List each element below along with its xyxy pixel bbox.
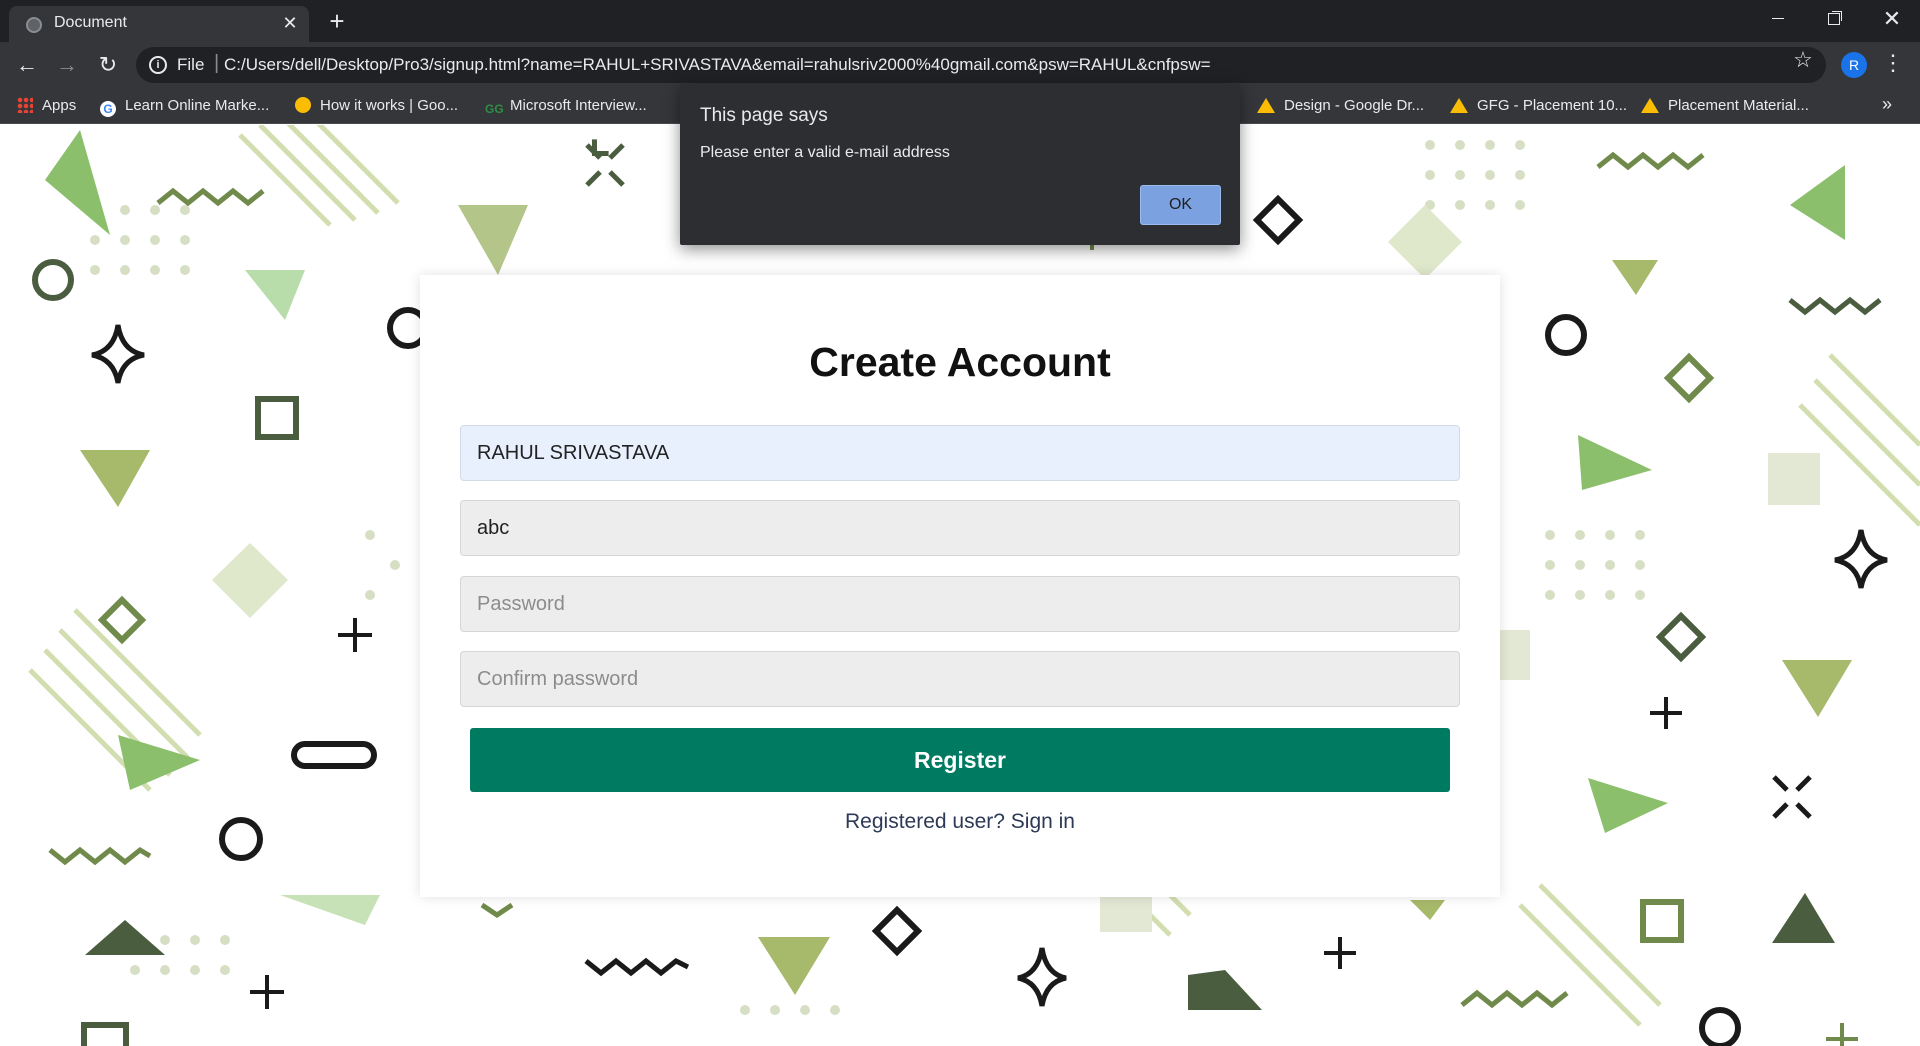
triangle-shape <box>280 895 380 925</box>
sun-icon <box>295 97 311 113</box>
triangle-shape <box>118 735 200 790</box>
alert-message: Please enter a valid e-mail address <box>700 144 950 161</box>
url-scheme: File <box>177 55 205 74</box>
square-shape <box>1100 897 1152 932</box>
bookmark-star-icon[interactable]: ☆ <box>1790 47 1816 73</box>
triangle-shape <box>458 205 528 275</box>
google-drive-icon <box>1450 98 1468 113</box>
bookmark-label: Apps <box>42 97 77 114</box>
triangle-shape <box>1782 660 1852 717</box>
triangle-shape <box>1588 778 1668 833</box>
info-icon[interactable]: i <box>149 56 167 74</box>
url-text[interactable]: C:/Users/dell/Desktop/Pro3/signup.html?n… <box>224 55 1211 75</box>
bookmark-gfg-placement[interactable]: GFG - Placement 10... <box>1450 94 1627 118</box>
alert-ok-button[interactable]: OK <box>1140 185 1221 225</box>
triangle-shape <box>1772 893 1835 943</box>
more-menu-icon[interactable]: ⋮ <box>1882 50 1904 76</box>
forward-arrow-icon[interactable]: → <box>52 50 82 80</box>
more-bookmarks-icon[interactable]: » <box>1882 94 1892 115</box>
reload-icon[interactable]: ↻ <box>93 50 123 80</box>
apps-grid-icon <box>17 97 33 113</box>
triangle-shape <box>1612 260 1658 295</box>
google-drive-icon <box>1257 98 1275 113</box>
bookmark-microsoft-interview[interactable]: GG Microsoft Interview... <box>485 94 647 118</box>
confirm-password-field[interactable] <box>460 651 1460 707</box>
page-title: Create Account <box>809 339 1111 385</box>
google-icon: G <box>100 101 116 117</box>
tab-title: Document <box>54 14 127 31</box>
restore-button[interactable] <box>1806 0 1862 40</box>
browser-tab[interactable]: Document ✕ <box>9 6 309 42</box>
diamond-shape <box>1388 205 1462 279</box>
triangle-shape <box>85 920 165 955</box>
signup-card: Create Account Register Registered user?… <box>420 275 1500 897</box>
bookmark-label: How it works | Goo... <box>320 97 459 114</box>
bookmark-label: Microsoft Interview... <box>510 97 647 114</box>
bookmark-apps[interactable]: Apps <box>17 94 76 118</box>
bookmark-label: GFG - Placement 10... <box>1477 97 1628 114</box>
password-field[interactable] <box>460 576 1460 632</box>
new-tab-button[interactable]: + <box>322 6 352 36</box>
bookmark-how-it-works[interactable]: How it works | Goo... <box>295 94 458 118</box>
triangle-shape <box>758 937 830 995</box>
triangle-shape <box>45 130 110 235</box>
gfg-icon: GG <box>485 102 504 116</box>
sign-in-link[interactable]: Registered user? Sign in <box>420 810 1500 834</box>
triangle-shape <box>1578 435 1652 490</box>
bookmark-learn-online[interactable]: G Learn Online Marke... <box>100 94 269 118</box>
address-bar[interactable]: i File | C:/Users/dell/Desktop/Pro3/sign… <box>136 47 1826 83</box>
triangle-shape <box>80 450 150 507</box>
back-arrow-icon[interactable]: ← <box>12 50 42 80</box>
browser-tab-strip: Document ✕ + ✕ <box>0 0 1920 42</box>
register-button[interactable]: Register <box>470 728 1450 792</box>
name-field[interactable] <box>460 425 1460 481</box>
restore-icon <box>1828 12 1840 25</box>
page-viewport: Create Account Register Registered user?… <box>0 125 1920 1046</box>
google-drive-icon <box>1641 98 1659 113</box>
url-separator: | <box>214 52 220 74</box>
alert-title: This page says <box>700 105 828 126</box>
bookmark-label: Learn Online Marke... <box>125 97 270 114</box>
square-shape <box>1768 453 1820 505</box>
diamond-shape <box>212 543 288 618</box>
square-shape <box>1500 630 1530 680</box>
minimize-button[interactable] <box>1750 0 1806 40</box>
bookmark-design-drive[interactable]: Design - Google Dr... <box>1257 94 1424 118</box>
bookmark-placement-material[interactable]: Placement Material... <box>1641 94 1809 118</box>
browser-toolbar: ← → ↻ i File | C:/Users/dell/Desktop/Pro… <box>0 42 1920 88</box>
globe-icon <box>26 17 42 33</box>
triangle-shape <box>1790 165 1845 240</box>
triangle-shape <box>245 270 305 320</box>
close-tab-icon[interactable]: ✕ <box>279 12 301 34</box>
bookmark-label: Design - Google Dr... <box>1284 97 1425 114</box>
triangle-shape <box>1188 970 1262 1010</box>
close-window-button[interactable]: ✕ <box>1864 0 1920 40</box>
bookmark-label: Placement Material... <box>1668 97 1809 114</box>
triangle-shape <box>1410 900 1445 920</box>
profile-avatar[interactable]: R <box>1841 52 1867 78</box>
email-field[interactable] <box>460 500 1460 556</box>
minimize-icon <box>1772 18 1784 20</box>
alert-dialog: This page says Please enter a valid e-ma… <box>680 84 1240 245</box>
